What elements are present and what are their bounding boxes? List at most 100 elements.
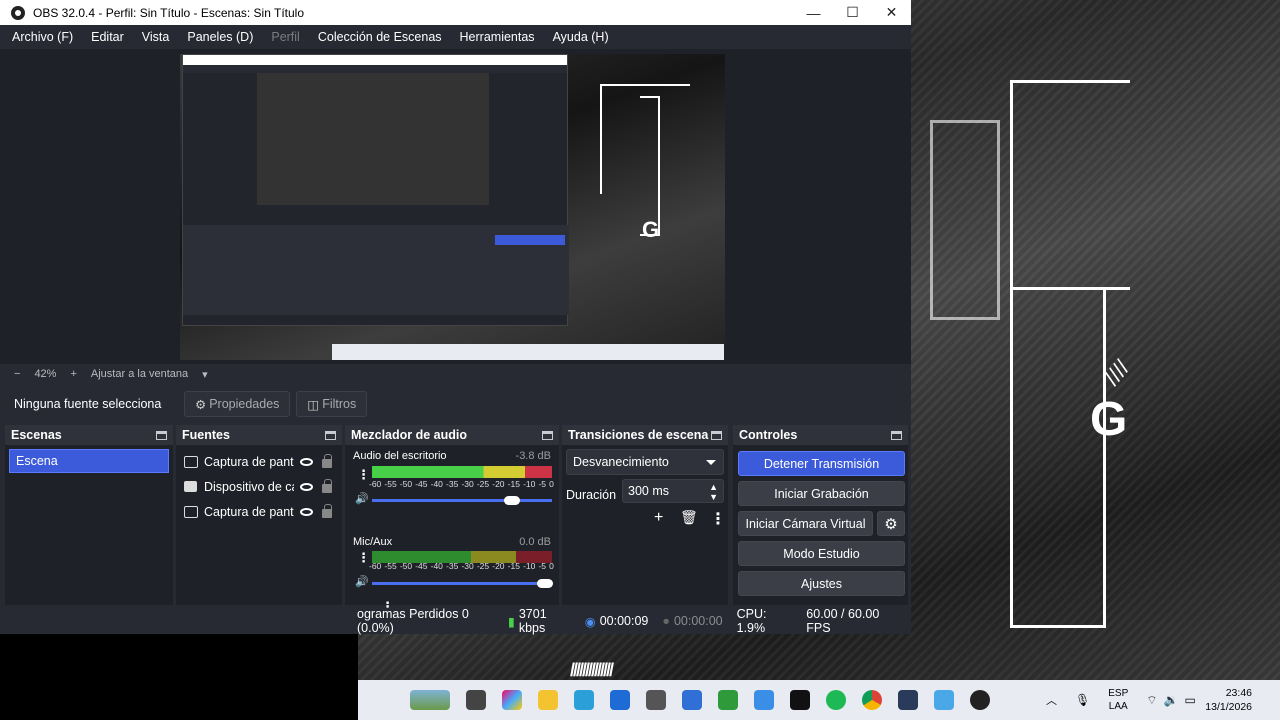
gear-icon[interactable]: ⚙ xyxy=(877,511,905,536)
transitions-dock: Transiciones de escena Desvanecimiento D… xyxy=(562,425,728,605)
filters-button[interactable]: ◫ Filtros xyxy=(296,391,368,417)
eye-icon[interactable] xyxy=(300,482,313,491)
monitor-icon xyxy=(184,455,198,468)
volume-slider[interactable] xyxy=(372,579,553,588)
xbox-icon[interactable] xyxy=(718,690,738,710)
obs-logo-icon xyxy=(11,5,25,20)
menu-edit[interactable]: Editar xyxy=(85,30,124,44)
wallpaper-shape xyxy=(1010,288,1106,628)
menu-help[interactable]: Ayuda (H) xyxy=(547,30,609,44)
maximize-button[interactable]: ☐ xyxy=(833,0,872,25)
folder-icon[interactable] xyxy=(538,690,558,710)
spinner-icon[interactable]: ▲ ▼ xyxy=(709,482,718,502)
layout-code: LAA xyxy=(1108,701,1128,712)
speaker-icon[interactable]: 🔊 xyxy=(355,492,369,505)
battery-icon[interactable]: ▭ xyxy=(1184,693,1195,707)
minimize-button[interactable]: — xyxy=(794,0,833,25)
undock-icon[interactable] xyxy=(156,430,167,440)
obs-taskbar-icon[interactable] xyxy=(970,690,990,710)
zoom-in-button[interactable]: + xyxy=(70,368,76,380)
menu-profile[interactable]: Perfil xyxy=(265,30,299,44)
lock-icon[interactable] xyxy=(322,479,332,493)
copilot-icon[interactable] xyxy=(502,690,522,710)
eye-icon[interactable] xyxy=(300,457,313,466)
undock-icon[interactable] xyxy=(325,430,336,440)
source-name: Captura de pantalla xyxy=(204,504,294,519)
wallpaper-slashes: ////////////// xyxy=(570,660,614,680)
vscode-icon[interactable] xyxy=(682,690,702,710)
add-icon[interactable]: + xyxy=(654,509,663,527)
menu-file[interactable]: Archivo (F) xyxy=(6,30,73,44)
app-icon[interactable] xyxy=(934,690,954,710)
undock-icon[interactable] xyxy=(542,430,553,440)
mail-icon[interactable] xyxy=(754,690,774,710)
chevron-down-icon xyxy=(706,460,716,465)
source-item[interactable]: Captura de pantalla xyxy=(176,449,342,474)
settings-button[interactable]: Ajustes xyxy=(738,571,905,596)
language-indicator[interactable]: ESP LAA xyxy=(1108,687,1128,713)
lock-icon[interactable] xyxy=(322,454,332,468)
transitions-header: Transiciones de escena xyxy=(562,425,728,445)
chrome-icon[interactable] xyxy=(862,690,882,710)
sources-list: Captura de pantalla Dispositivo de captu… xyxy=(176,445,342,605)
volume-slider[interactable] xyxy=(372,496,552,505)
menu-view[interactable]: Vista xyxy=(136,30,170,44)
zoom-value: 42% xyxy=(34,368,57,380)
trash-icon[interactable]: 🗑 xyxy=(680,509,698,526)
studio-mode-button[interactable]: Modo Estudio xyxy=(738,541,905,566)
controls-title: Controles xyxy=(739,428,798,442)
slider-handle[interactable] xyxy=(504,496,521,505)
controls-dock: Controles Detener Transmisión Iniciar Gr… xyxy=(733,425,908,605)
epic-games-icon[interactable] xyxy=(790,690,810,710)
cpu-usage: CPU: 1.9% xyxy=(736,607,767,635)
spotify-icon[interactable] xyxy=(826,690,846,710)
clock[interactable]: 23:46 13/1/2026 xyxy=(1205,686,1252,714)
source-item[interactable]: Captura de pantalla xyxy=(176,499,342,524)
scenes-list: Escena xyxy=(5,445,173,605)
zoom-out-button[interactable]: − xyxy=(14,368,20,380)
program-preview[interactable]: G xyxy=(180,54,725,360)
eye-icon[interactable] xyxy=(300,507,313,516)
stop-stream-button[interactable]: Detener Transmisión xyxy=(738,451,905,476)
source-name: Captura de pantalla xyxy=(204,454,294,469)
virtual-camera-button[interactable]: Iniciar Cámara Virtual xyxy=(738,511,873,536)
speaker-icon[interactable]: 🔊 xyxy=(355,575,369,588)
properties-label: Propiedades xyxy=(209,397,280,411)
weather-widget-icon[interactable] xyxy=(410,690,450,710)
app-icon[interactable] xyxy=(898,690,918,710)
transitions-body: Desvanecimiento Duración 300 ms ▲ ▼ + 🗑 ⋮ xyxy=(562,445,728,605)
menu-tools[interactable]: Herramientas xyxy=(454,30,535,44)
slider-handle[interactable] xyxy=(536,579,553,588)
speaker-icon[interactable]: 🔉 xyxy=(1164,693,1179,707)
edge-icon[interactable] xyxy=(574,690,594,710)
chevron-up-icon[interactable]: ︿ xyxy=(1046,692,1057,708)
scene-item[interactable]: Escena xyxy=(9,449,169,473)
start-recording-button[interactable]: Iniciar Grabación xyxy=(738,481,905,506)
sources-header: Fuentes xyxy=(176,425,342,445)
properties-button[interactable]: ⚙ Propiedades xyxy=(184,391,291,417)
scenes-title: Escenas xyxy=(11,428,62,442)
undock-icon[interactable] xyxy=(711,430,722,440)
microphone-icon[interactable]: 🎙 xyxy=(1075,693,1090,707)
kebab-menu-icon[interactable]: ⋮ xyxy=(710,509,726,529)
app-icon[interactable] xyxy=(646,690,666,710)
time: 23:46 xyxy=(1225,687,1252,699)
duration-input[interactable]: 300 ms ▲ ▼ xyxy=(622,479,724,503)
transition-select[interactable]: Desvanecimiento xyxy=(566,449,724,475)
chevron-down-icon[interactable]: ▾ xyxy=(202,368,208,381)
task-view-icon[interactable] xyxy=(466,690,486,710)
bitrate: 3701 kbps xyxy=(518,607,547,635)
close-button[interactable]: ✕ xyxy=(872,0,911,25)
menu-scene-collection[interactable]: Colección de Escenas xyxy=(312,30,442,44)
store-icon[interactable] xyxy=(610,690,630,710)
meter-ticks: -60 -55 -50 -45 -40 -35 -30 -25 -20 -15 -10 -5 0 xyxy=(369,479,554,489)
source-item[interactable]: Dispositivo de captura xyxy=(176,474,342,499)
record-icon: ● xyxy=(662,614,670,628)
title-bar: OBS 32.0.4 - Perfil: Sin Título - Escena… xyxy=(0,0,911,25)
menu-docks[interactable]: Paneles (D) xyxy=(181,30,253,44)
wifi-icon[interactable]: ⌔ xyxy=(1146,693,1157,708)
filters-label: Filtros xyxy=(322,397,357,411)
fit-to-window[interactable]: Ajustar a la ventana xyxy=(91,368,188,380)
lock-icon[interactable] xyxy=(322,504,332,518)
undock-icon[interactable] xyxy=(891,430,902,440)
